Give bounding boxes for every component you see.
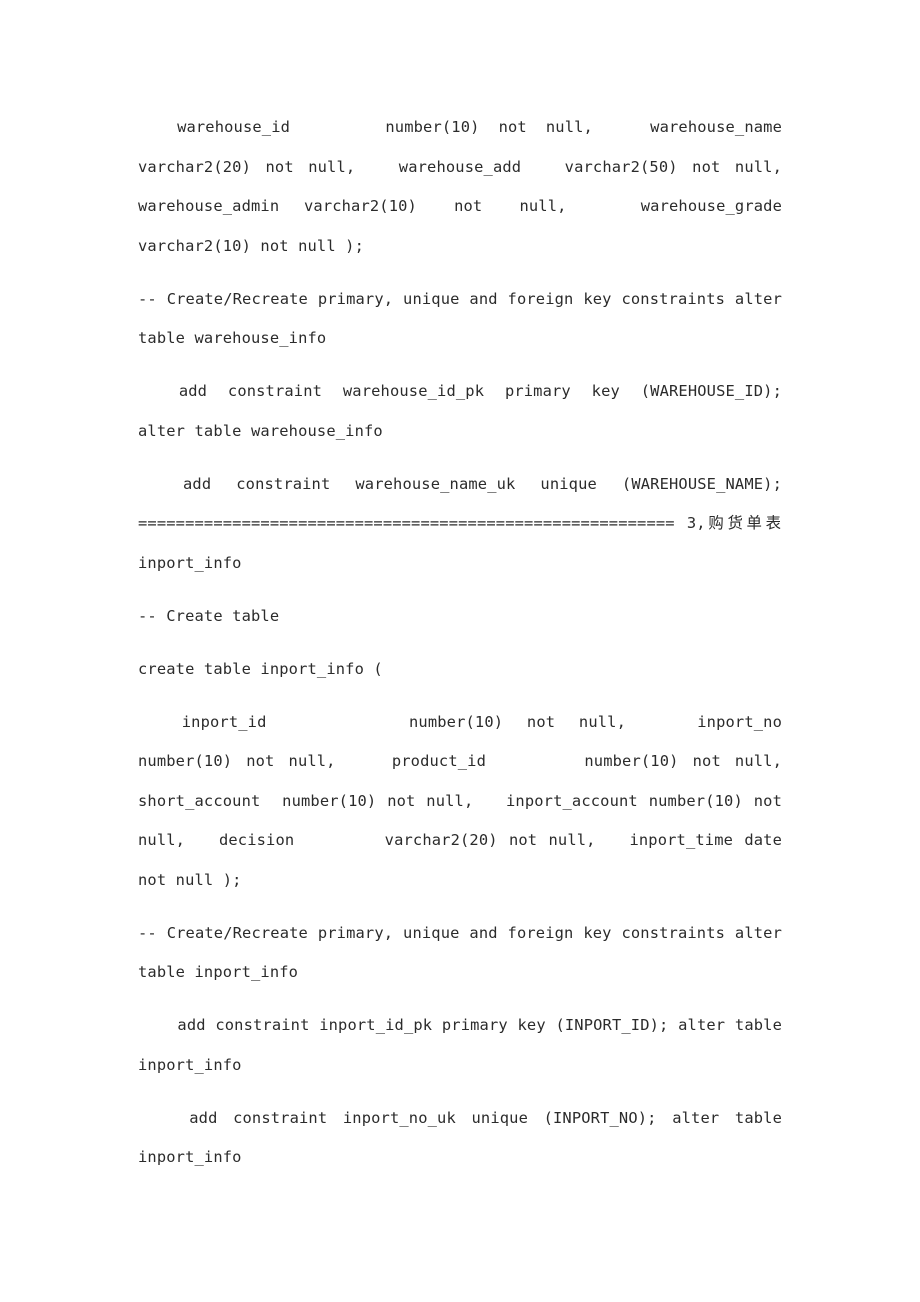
sql-paragraph-warehouse-uk-and-separator: add constraint warehouse_name_uk unique …: [138, 465, 782, 584]
sql-paragraph-inport-pk: add constraint inport_id_pk primary key …: [138, 1016, 792, 1074]
sql-paragraph-inport-uk: add constraint inport_no_uk unique (INPO…: [138, 1108, 792, 1167]
section-separator-rule: ========================================…: [138, 514, 675, 532]
sql-paragraph-create-table-comment: -- Create table: [138, 606, 280, 625]
document-body: warehouse_id number(10) not null, wareho…: [138, 108, 782, 1178]
document-page: warehouse_id number(10) not null, wareho…: [0, 0, 920, 1302]
sql-paragraph-warehouse-constraints-comment: -- Create/Recreate primary, unique and f…: [138, 289, 792, 348]
sql-paragraph-warehouse-pk: add constraint warehouse_id_pk primary k…: [138, 382, 792, 440]
section-title-cjk: 购货单表: [705, 514, 782, 532]
section-number: 3,: [674, 514, 706, 532]
sql-paragraph-inport-columns: inport_id number(10) not null, inport_no…: [138, 712, 792, 889]
sql-paragraph-create-table-stmt: create table inport_info (: [138, 659, 383, 678]
sql-text-warehouse-uk: add constraint warehouse_name_uk unique …: [158, 474, 792, 493]
sql-paragraph-warehouse-columns: warehouse_id number(10) not null, wareho…: [138, 118, 801, 255]
sql-paragraph-inport-constraints-comment: -- Create/Recreate primary, unique and f…: [138, 923, 792, 982]
